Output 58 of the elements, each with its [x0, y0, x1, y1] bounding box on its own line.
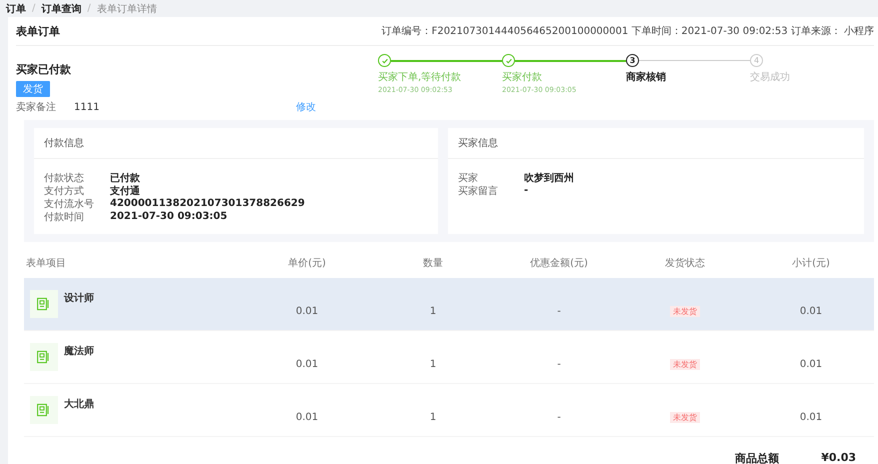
item-name: 魔法师 — [64, 344, 94, 358]
step-label: 交易成功 — [750, 70, 791, 84]
table-cell-text: 1 — [428, 304, 438, 316]
column-header: 单价(元) — [287, 256, 327, 270]
table-cell-text: 0.01 — [294, 304, 320, 316]
breadcrumb-separator: / — [32, 3, 36, 14]
breadcrumb-link[interactable]: 订单查询 — [41, 2, 82, 16]
field-label: 付款状态 — [44, 172, 85, 184]
table-cell-text: - — [556, 304, 562, 316]
page-title: 表单订单 — [16, 24, 60, 38]
step-label: 商家核销 — [626, 70, 667, 84]
table-cell-text: - — [556, 358, 562, 370]
status-tag: 未发货 — [670, 412, 700, 422]
column-header: 优惠金额(元) — [529, 256, 589, 270]
column-header: 数量 — [422, 257, 444, 270]
step-circle: 4 — [750, 54, 763, 67]
note-label: 卖家备注 — [16, 100, 57, 114]
field-value: 已付款 — [110, 172, 140, 184]
column-header: 发货状态 — [664, 256, 706, 270]
field-label: 支付方式 — [44, 184, 85, 198]
step-circle: 3 — [626, 54, 639, 67]
column-header: 小计(元) — [791, 256, 831, 270]
breadcrumb-link[interactable]: 订单 — [6, 2, 26, 16]
order-meta: 订单编号：F202107301444056465200100000001 下单时间：2021-07-30 09:02:53 订单来源： 小程序 — [382, 24, 874, 38]
total-label: 商品总额 — [735, 451, 780, 464]
form-icon — [30, 343, 58, 371]
card-title: 付款信息 — [34, 128, 438, 159]
table-cell-text: 1 — [428, 410, 438, 422]
table-cell-text: 0.01 — [294, 358, 320, 370]
column-header: 表单项目 — [25, 256, 67, 270]
field-label: 买家 — [458, 172, 479, 184]
field-label: 支付流水号 — [44, 198, 95, 210]
table-cell-text: - — [556, 410, 562, 422]
table-cell-text: 0.01 — [798, 304, 824, 316]
form-icon — [30, 290, 58, 318]
field-value: 4200001138202107301378826629 — [110, 198, 305, 209]
step-label: 买家付款 — [502, 70, 543, 84]
field-value: 吹梦到西州 — [524, 172, 574, 184]
status-tag: 未发货 — [670, 358, 700, 370]
field-label: 付款时间 — [44, 210, 85, 224]
field-value: 支付通 — [110, 184, 140, 198]
field-value: 2021-07-30 09:03:05 — [110, 211, 228, 222]
total-value: ¥0.03 — [821, 451, 856, 464]
card-title: 买家信息 — [448, 128, 864, 159]
status-tag: 未发货 — [670, 306, 700, 316]
table-cell-text: 0.01 — [798, 410, 824, 422]
order-status-title: 买家已付款 — [16, 62, 72, 77]
field-value: - — [524, 185, 528, 196]
breadcrumb-separator: / — [87, 3, 91, 14]
item-name: 设计师 — [64, 292, 94, 305]
field-label: 买家留言 — [458, 184, 499, 198]
table-cell-text: 0.01 — [294, 410, 320, 422]
note-value: 1111 — [74, 102, 100, 112]
table-cell-text: 1 — [428, 358, 438, 370]
item-name: 大北鼎 — [64, 398, 94, 411]
table-cell-text: 0.01 — [798, 358, 824, 370]
step-label: 买家下单,等待付款 — [378, 70, 462, 84]
form-icon — [30, 396, 58, 424]
